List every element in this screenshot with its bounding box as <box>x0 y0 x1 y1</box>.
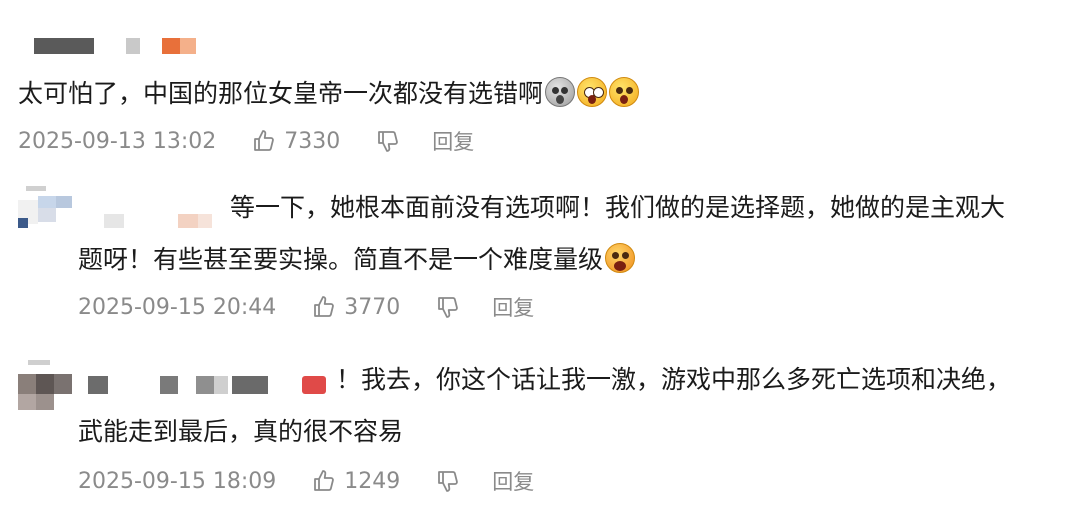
dislike-button[interactable] <box>436 469 460 493</box>
scared-face-icon <box>609 77 640 107</box>
like-count: 1249 <box>344 468 401 494</box>
surprised-face-icon <box>577 77 608 107</box>
comment-text-1: 太可怕了，中国的那位女皇帝一次都没有选错啊 <box>18 72 640 116</box>
username-3[interactable] <box>88 374 333 398</box>
username-1[interactable] <box>28 36 203 56</box>
thumbs-down-icon <box>438 297 459 318</box>
timestamp: 2025-09-15 18:09 <box>78 468 277 494</box>
timestamp: 2025-09-15 20:44 <box>78 294 277 320</box>
comment-meta-3: 2025-09-15 18:09 1249 回复 <box>78 464 534 498</box>
comment-text-3: ！我去，你这个话让我一激，游戏中那么多死亡选项和决绝， <box>336 358 1011 402</box>
reply-button[interactable]: 回复 <box>432 126 474 156</box>
thumbs-down-icon <box>378 131 399 152</box>
thumbs-down-icon <box>438 471 459 492</box>
thumbs-up-icon <box>314 296 335 317</box>
timestamp: 2025-09-13 13:02 <box>18 128 217 154</box>
thumbs-up-icon <box>314 470 335 491</box>
like-button[interactable]: 1249 <box>312 469 400 494</box>
comment-text-2-line-1: 等一下，她根本面前没有选项啊！我们做的是选择题，她做的是主观大 <box>230 193 1006 222</box>
comment-text-2-line-2: 题呀！有些甚至要实操。简直不是一个难度量级 <box>78 245 604 274</box>
comment-text-2: 等一下，她根本面前没有选项啊！我们做的是选择题，她做的是主观大 <box>230 186 1005 230</box>
avatar[interactable] <box>18 186 74 232</box>
comment-text-3-line-1: ！我去，你这个话让我一激，游戏中那么多死亡选项和决绝， <box>336 365 1012 394</box>
reply-button[interactable]: 回复 <box>492 466 534 496</box>
comment-text-3b: 武能走到最后，真的很不容易 <box>78 410 403 454</box>
like-count: 3770 <box>344 294 401 320</box>
like-count: 7330 <box>284 128 341 154</box>
like-button[interactable]: 3770 <box>312 295 400 320</box>
reply-button[interactable]: 回复 <box>492 292 534 322</box>
username-2[interactable] <box>104 212 219 232</box>
dislike-button[interactable] <box>376 129 400 153</box>
comment-text-1-line-1: 太可怕了，中国的那位女皇帝一次都没有选错啊 <box>18 79 544 108</box>
comment-text-2b: 题呀！有些甚至要实操。简直不是一个难度量级 <box>78 238 636 282</box>
dislike-button[interactable] <box>436 295 460 319</box>
dizzy-face-icon <box>545 77 576 107</box>
thumbs-up-icon <box>254 130 275 151</box>
avatar[interactable] <box>18 360 74 412</box>
like-button[interactable]: 7330 <box>252 129 340 154</box>
comment-meta-1: 2025-09-13 13:02 7330 回复 <box>18 124 474 158</box>
comment-meta-2: 2025-09-15 20:44 3770 回复 <box>78 290 534 324</box>
shocked-face-icon <box>605 243 636 273</box>
comment-text-3-line-2: 武能走到最后，真的很不容易 <box>78 417 404 446</box>
